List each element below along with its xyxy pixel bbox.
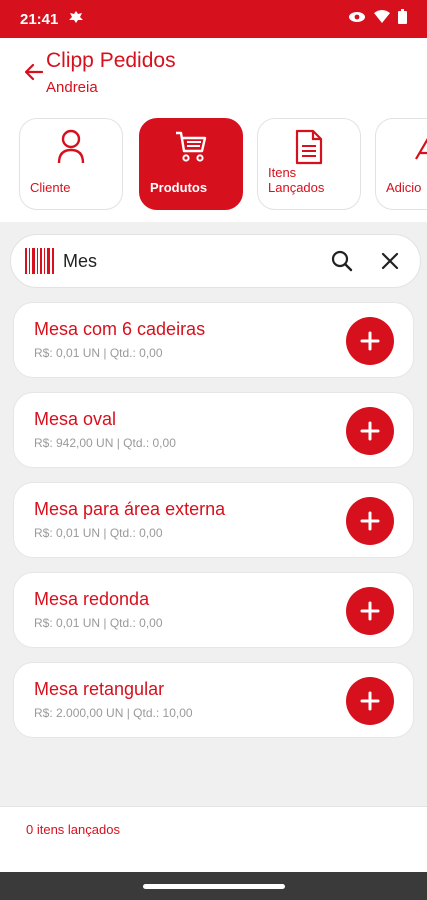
- add-product-button[interactable]: [346, 497, 394, 545]
- status-bar: 21:41: [0, 0, 427, 38]
- product-item[interactable]: Mesa para área externa R$: 0,01 UN | Qtd…: [13, 482, 414, 558]
- add-product-button[interactable]: [346, 317, 394, 365]
- plus-icon: [360, 511, 380, 531]
- plus-icon: [360, 331, 380, 351]
- arrow-left-icon: [24, 63, 44, 81]
- product-item[interactable]: Mesa com 6 cadeiras R$: 0,01 UN | Qtd.: …: [13, 302, 414, 378]
- tab-cliente[interactable]: Cliente: [19, 118, 123, 210]
- person-icon: [20, 129, 122, 165]
- tab-produtos[interactable]: Produtos: [139, 118, 243, 210]
- order-footer: 0 itens lançados: [0, 806, 427, 872]
- product-name: Mesa com 6 cadeiras: [34, 319, 206, 339]
- product-meta: R$: 2.000,00 UN | Qtd.: 10,00: [34, 706, 193, 720]
- plus-icon: [360, 601, 380, 621]
- document-icon: [258, 129, 360, 165]
- product-name: Mesa retangular: [34, 679, 165, 699]
- app-title: Clipp Pedidos: [46, 49, 176, 72]
- product-meta: R$: 0,01 UN | Qtd.: 0,00: [34, 346, 163, 360]
- tab-label: Cliente: [30, 180, 71, 195]
- product-name: Mesa para área externa: [34, 499, 226, 519]
- product-meta: R$: 0,01 UN | Qtd.: 0,00: [34, 526, 163, 540]
- back-button[interactable]: [20, 58, 48, 86]
- cart-icon: [140, 129, 242, 163]
- plus-icon: [360, 421, 380, 441]
- battery-icon: [398, 9, 407, 29]
- add-product-button[interactable]: [346, 587, 394, 635]
- product-name: Mesa redonda: [34, 589, 150, 609]
- section-tabs: Cliente Produtos Itens Lançados Adicio: [0, 118, 427, 212]
- search-icon[interactable]: [326, 245, 358, 277]
- eye-icon: [348, 10, 366, 28]
- product-meta: R$: 0,01 UN | Qtd.: 0,00: [34, 616, 163, 630]
- tab-label: Produtos: [150, 180, 208, 195]
- tab-adicionais[interactable]: Adicio: [375, 118, 427, 210]
- app-header: Clipp Pedidos Andreia Cliente Produtos I…: [0, 38, 427, 222]
- product-item[interactable]: Mesa redonda R$: 0,01 UN | Qtd.: 0,00: [13, 572, 414, 648]
- add-product-button[interactable]: [346, 407, 394, 455]
- plus-icon: [376, 129, 427, 163]
- bug-icon: [68, 10, 84, 29]
- product-item[interactable]: Mesa oval R$: 942,00 UN | Qtd.: 0,00: [13, 392, 414, 468]
- product-item[interactable]: Mesa retangular R$: 2.000,00 UN | Qtd.: …: [13, 662, 414, 738]
- wifi-icon: [374, 10, 390, 28]
- items-count-text: 0 itens lançados: [26, 822, 120, 837]
- status-left: 21:41: [20, 10, 84, 29]
- status-time: 21:41: [20, 10, 59, 28]
- close-icon[interactable]: [374, 245, 406, 277]
- system-nav-bar: [0, 872, 427, 900]
- product-name: Mesa oval: [34, 409, 117, 429]
- tab-label: Adicio: [386, 180, 422, 195]
- tab-itens-lancados[interactable]: Itens Lançados: [257, 118, 361, 210]
- status-right: [348, 9, 407, 29]
- tab-label: Itens Lançados: [268, 165, 325, 195]
- search-input[interactable]: Mes: [63, 251, 326, 272]
- home-indicator[interactable]: [143, 884, 285, 889]
- add-product-button[interactable]: [346, 677, 394, 725]
- barcode-icon[interactable]: [25, 248, 55, 274]
- product-search-bar: Mes: [10, 234, 421, 288]
- plus-icon: [360, 691, 380, 711]
- product-meta: R$: 942,00 UN | Qtd.: 0,00: [34, 436, 176, 450]
- user-name: Andreia: [46, 79, 98, 96]
